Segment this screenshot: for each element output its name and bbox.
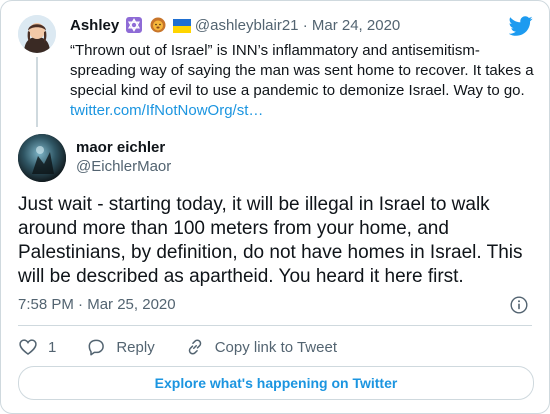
reply-label: Reply [116,338,155,356]
divider [18,325,532,326]
parent-date[interactable]: Mar 24, 2020 [312,17,400,34]
tweet-date: Mar 25, 2020 [87,296,176,313]
reply-button[interactable]: Reply [86,337,155,357]
tweet-card: Ashley @ashleyblair21 · Mar 24, 2020 “Th… [0,0,550,414]
separator-dot: · [302,17,308,34]
ukraine-flag-icon [172,19,191,39]
link-icon [188,339,201,355]
like-count: 1 [48,338,57,356]
main-tweet-text: Just wait - starting today, it will be i… [18,194,523,287]
tweet-time: 7:58 PM [18,296,74,313]
parent-handle[interactable]: @ashleyblair21 [195,17,299,34]
parent-avatar[interactable] [18,15,56,53]
star-of-david-icon [126,17,143,39]
parent-author-name[interactable]: Ashley [70,17,119,34]
parent-tweet-link[interactable]: twitter.com/IfNotNowOrg/st… [70,102,263,119]
tweet-timestamp[interactable]: 7:58 PM · Mar 25, 2020 [18,295,176,315]
main-author-name[interactable]: maor eichler [76,138,165,158]
copy-link-button[interactable]: Copy link to Tweet [185,337,337,357]
copy-link-label: Copy link to Tweet [214,338,337,356]
parent-tweet-text: “Thrown out of Israel” is INN’s inflamma… [70,41,540,121]
explore-button[interactable]: Explore what's happening on Twitter [18,366,534,400]
lion-face-icon [150,17,166,39]
thread-connector-line [36,57,38,127]
parent-tweet-body: “Thrown out of Israel” is INN’s inflamma… [70,42,534,99]
heart-icon [19,339,37,356]
main-author-handle[interactable]: @EichlerMaor [76,157,171,177]
separator-dot: · [78,296,84,313]
main-avatar[interactable] [18,134,66,182]
info-icon[interactable] [510,296,528,314]
action-bar: 1 Reply Copy link to Tweet [18,337,367,357]
reply-icon [88,339,105,356]
parent-header: Ashley @ashleyblair21 · Mar 24, 2020 [70,16,400,39]
like-button[interactable]: 1 [18,337,56,357]
twitter-bird-icon[interactable] [508,14,533,38]
